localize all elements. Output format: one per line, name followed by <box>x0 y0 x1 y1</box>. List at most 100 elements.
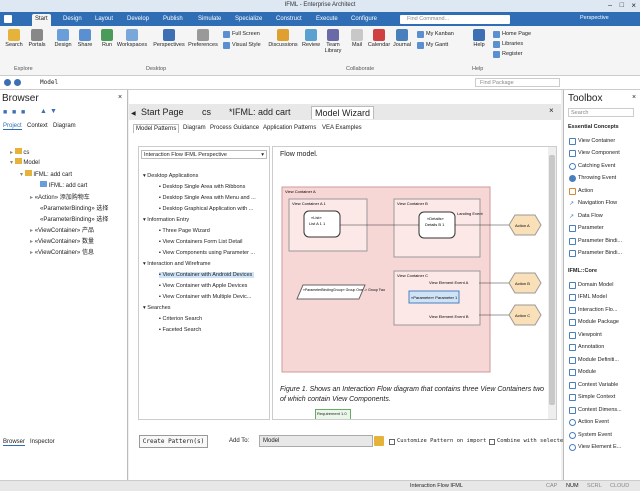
toolbox-item[interactable]: Data Flow <box>578 213 603 219</box>
tree-item[interactable]: ▾ Model <box>10 158 40 166</box>
pattern-item[interactable]: ▪ Three Page Wizard <box>159 228 210 234</box>
tree-item[interactable]: «ParameterBinding» 选择 <box>40 203 108 212</box>
tree-item[interactable]: IFML: add cart <box>40 181 87 189</box>
perspective-select[interactable]: Interaction Flow IFML Perspective ▾ <box>141 150 267 159</box>
toolbox-item[interactable]: Simple Context <box>578 394 615 400</box>
doc-tab-ifml[interactable]: *IFML: add cart <box>226 106 294 119</box>
toolbox-item[interactable]: Domain Model <box>578 282 613 288</box>
pattern-item[interactable]: ▪ View Components using Parameter ... <box>159 250 255 256</box>
team-library-button[interactable]: Team Library <box>322 28 344 54</box>
toolbox-section-essential[interactable]: Essential Concepts <box>568 124 619 130</box>
portals-button[interactable]: Portals <box>26 28 48 48</box>
pattern-item[interactable]: ▪ View Container with Multiple Devic... <box>159 294 251 300</box>
toolbox-item[interactable]: View Container <box>578 138 615 144</box>
toolbox-item[interactable]: Parameter Bindi... <box>578 250 622 256</box>
customize-checkbox[interactable] <box>389 439 395 445</box>
tab-publish[interactable]: Publish <box>160 14 186 26</box>
doc-tab-model-wizard[interactable]: Model Wizard <box>311 106 375 119</box>
tab-develop[interactable]: Develop <box>124 14 152 26</box>
toolbox-item[interactable]: Interaction Flo... <box>578 307 617 313</box>
tab-inspector[interactable]: Inspector <box>30 439 55 445</box>
move-down-icon[interactable]: ▼ <box>50 108 57 115</box>
mail-button[interactable]: Mail <box>346 28 368 48</box>
tab-simulate[interactable]: Simulate <box>195 14 224 26</box>
perspectives-button[interactable]: Perspectives <box>152 28 186 48</box>
toolbox-item[interactable]: Viewpoint <box>578 332 602 338</box>
new-diagram-icon[interactable]: ■ <box>12 109 16 116</box>
preferences-button[interactable]: Preferences <box>186 28 220 48</box>
design-button[interactable]: Design <box>52 28 74 48</box>
home-page-button[interactable]: Home Page <box>492 30 531 39</box>
pattern-item[interactable]: ▪ Desktop Graphical Application with ... <box>159 206 253 212</box>
find-package-input[interactable]: Find Package <box>475 78 560 87</box>
tree-item[interactable]: ▾ IFML: add cart <box>20 170 72 178</box>
toolbox-item[interactable]: Context Variable <box>578 382 618 388</box>
toolbox-item[interactable]: Parameter <box>578 225 604 231</box>
new-package-icon[interactable]: ■ <box>3 109 7 116</box>
search-button[interactable]: Search <box>3 28 25 48</box>
doc-tab-start-page[interactable]: Start Page <box>138 106 187 119</box>
toolbox-item[interactable]: View Component <box>578 150 620 156</box>
toolbox-item[interactable]: Catching Event <box>578 163 615 169</box>
discussions-button[interactable]: Discussions <box>266 28 300 48</box>
breadcrumb[interactable]: Model <box>40 79 58 86</box>
close-icon[interactable]: × <box>631 1 636 10</box>
tab-specialize[interactable]: Specialize <box>232 14 265 26</box>
tab-diagram[interactable]: Diagram <box>53 123 76 129</box>
tree-item[interactable]: «ParameterBinding» 选择 <box>40 214 108 223</box>
tab-vea-examples[interactable]: VEA Examples <box>322 125 362 131</box>
maximize-icon[interactable]: □ <box>620 2 624 9</box>
toolbox-close-icon[interactable]: × <box>632 94 636 101</box>
combine-checkbox[interactable] <box>489 439 495 445</box>
share-button[interactable]: Share <box>74 28 96 48</box>
my-gantt-button[interactable]: My Gantt <box>416 41 448 50</box>
tab-model-patterns[interactable]: Model Patterns <box>133 124 180 133</box>
doc-close-icon[interactable]: × <box>549 106 554 115</box>
pattern-group-searches[interactable]: ▾ Searches <box>143 305 171 311</box>
pattern-item[interactable]: ▪ View Containers Form List Detail <box>159 239 242 245</box>
perspective-button[interactable]: Perspective <box>580 15 609 21</box>
pattern-item[interactable]: ▪ Desktop Single Area with Menu and ... <box>159 195 256 201</box>
tree-item[interactable]: ▸ «ViewContainer» 信息 <box>30 247 94 256</box>
my-kanban-button[interactable]: My Kanban <box>416 30 454 39</box>
tab-left-arrow[interactable]: ◀ <box>131 110 136 117</box>
toolbox-item[interactable]: Parameter Bindi... <box>578 238 622 244</box>
help-button[interactable]: Help <box>468 28 490 48</box>
tab-process-guidance[interactable]: Process Guidance <box>210 125 259 131</box>
pattern-group-desktop[interactable]: ▾ Desktop Applications <box>143 173 198 179</box>
tree-item[interactable]: ▸ cs <box>10 148 29 156</box>
tree-item[interactable]: ▸ «Action» 添加购物车 <box>30 192 90 201</box>
browser-close-icon[interactable]: × <box>118 94 122 101</box>
pattern-group-information-entry[interactable]: ▾ Information Entry <box>143 217 189 223</box>
toolbox-item[interactable]: Module Package <box>578 319 619 325</box>
pattern-item[interactable]: ▪ View Container with Apple Devices <box>159 283 247 289</box>
tab-browser[interactable]: Browser <box>3 439 26 446</box>
tab-diagram-patterns[interactable]: Diagram <box>183 125 206 131</box>
pattern-item[interactable]: ▪ Faceted Search <box>159 327 201 333</box>
app-menu-icon[interactable] <box>4 15 12 23</box>
toolbox-item[interactable]: Action <box>578 188 593 194</box>
find-command-input[interactable]: Find Command... <box>400 15 510 24</box>
toolbox-item[interactable]: Annotation <box>578 344 604 350</box>
pattern-item-selected[interactable]: ▪ View Container with Android Devices <box>159 272 255 278</box>
toolbox-search-input[interactable]: Search <box>568 108 634 117</box>
toolbox-item[interactable]: Module Definiti... <box>578 357 619 363</box>
add-to-field[interactable]: Model <box>259 435 373 447</box>
new-element-icon[interactable]: ■ <box>21 109 25 116</box>
register-button[interactable]: Register <box>492 50 522 59</box>
toolbox-item[interactable]: Module <box>578 369 596 375</box>
pattern-group-interaction-wireframe[interactable]: ▾ Interaction and Wireframe <box>143 261 211 267</box>
libraries-button[interactable]: Libraries <box>492 40 523 49</box>
move-up-icon[interactable]: ▲ <box>40 108 47 115</box>
toolbox-item[interactable]: System Event <box>578 432 612 438</box>
back-icon[interactable] <box>4 79 11 86</box>
full-screen-button[interactable]: Full Screen <box>222 30 260 39</box>
tab-design[interactable]: Design <box>60 14 85 26</box>
visual-style-button[interactable]: Visual Style <box>222 41 261 50</box>
toolbox-item[interactable]: IFML Model <box>578 294 607 300</box>
tab-project[interactable]: Project <box>3 123 22 130</box>
run-button[interactable]: Run <box>96 28 118 48</box>
tab-layout[interactable]: Layout <box>92 14 116 26</box>
tab-configure[interactable]: Configure <box>348 14 380 26</box>
tab-application-patterns[interactable]: Application Patterns <box>263 125 316 131</box>
